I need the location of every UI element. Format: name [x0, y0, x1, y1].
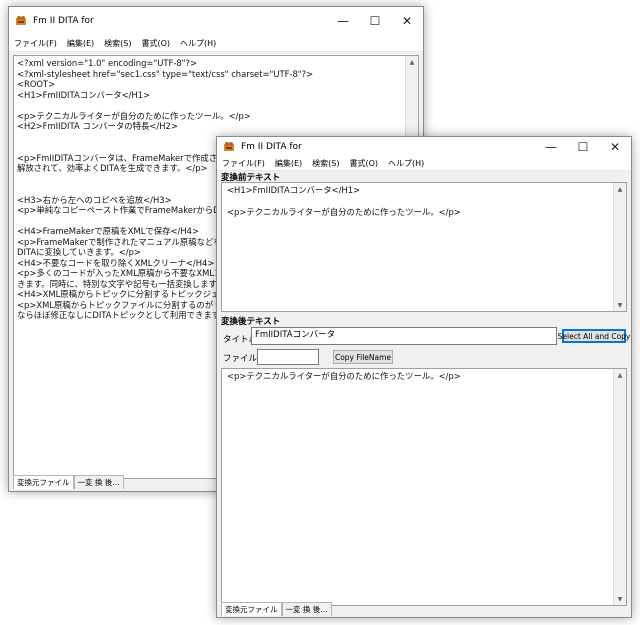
source-line[interactable]: <?xml-stylesheet href="sec1.css" type="t… [17, 69, 415, 80]
vertical-scrollbar[interactable]: ▲ ▼ [613, 183, 626, 311]
front-menubar: ファイル(F) 編集(E) 検索(S) 書式(O) ヘルプ(H) [217, 157, 631, 171]
tab-source-file[interactable]: 変換元ファイル [13, 475, 74, 489]
scroll-up-icon[interactable]: ▲ [614, 369, 626, 381]
before-text-area[interactable]: <H1>FmIIDITAコンバータ</H1> <p>テクニカルライターが自分のた… [221, 182, 627, 312]
vertical-scrollbar[interactable]: ▲ ▼ [613, 369, 626, 605]
select-all-copy-button[interactable]: Select All and Copy [558, 329, 630, 343]
source-line[interactable]: <p>テクニカルライターが自分のために作ったツール。</p> [17, 111, 415, 122]
window-title: Fm II DITA for [241, 142, 302, 152]
minimize-button[interactable]: — [327, 7, 359, 35]
scroll-down-icon[interactable]: ▼ [614, 299, 626, 311]
scroll-up-icon[interactable]: ▲ [406, 56, 418, 68]
source-line[interactable]: <?xml version="1.0" encoding="UTF-8"?> [17, 58, 415, 69]
back-tabstrip: 変換元ファイル 一変 換 後… [13, 475, 124, 489]
tab-converted[interactable]: 一変 換 後… [281, 602, 332, 616]
minimize-button[interactable]: — [535, 137, 567, 157]
menu-format[interactable]: 書式(O) [136, 38, 175, 49]
menu-edit[interactable]: 編集(E) [62, 38, 99, 49]
source-line[interactable]: <H2>FmIIDITA コンバータの特長</H2> [17, 121, 415, 132]
source-line[interactable]: <ROOT> [17, 79, 415, 90]
menu-edit[interactable]: 編集(E) [270, 158, 307, 169]
front-tabstrip: 変換元ファイル 一変 換 後… [221, 602, 332, 616]
window-title: Fm II DITA for [33, 16, 94, 26]
maximize-button[interactable]: ☐ [359, 7, 391, 35]
menu-help[interactable]: ヘルプ(H) [175, 38, 221, 49]
menu-file[interactable]: ファイル(F) [217, 158, 270, 169]
maximize-button[interactable]: ☐ [567, 137, 599, 157]
after-text-area[interactable]: <p>テクニカルライターが自分のために作ったツール。</p> ▲ ▼ [221, 368, 627, 606]
source-line[interactable] [17, 100, 415, 111]
front-window-titlebar[interactable]: Fm II DITA for — ☐ ✕ [217, 137, 631, 157]
menu-format[interactable]: 書式(O) [344, 158, 383, 169]
tab-source-file[interactable]: 変換元ファイル [221, 602, 282, 616]
app-icon [223, 141, 235, 153]
title-input[interactable]: FmIIDITAコンバータ [251, 327, 557, 345]
copy-filename-button[interactable]: Copy FileName [333, 350, 393, 364]
back-menubar: ファイル(F) 編集(E) 検索(S) 書式(O) ヘルプ(H) [9, 35, 423, 52]
after-text[interactable]: <p>テクニカルライターが自分のために作ったツール。</p> [222, 369, 626, 384]
before-text[interactable]: <H1>FmIIDITAコンバータ</H1> <p>テクニカルライターが自分のた… [222, 183, 626, 220]
menu-help[interactable]: ヘルプ(H) [383, 158, 429, 169]
source-line[interactable]: <H1>FmIIDITAコンバータ</H1> [17, 90, 415, 101]
close-button[interactable]: ✕ [599, 137, 631, 157]
filename-input[interactable] [257, 349, 319, 365]
front-window: Fm II DITA for — ☐ ✕ ファイル(F) 編集(E) 検索(S)… [216, 136, 632, 618]
app-icon [15, 15, 27, 27]
scroll-down-icon[interactable]: ▼ [614, 593, 626, 605]
after-text-label: 変換後テキスト [221, 317, 281, 327]
close-button[interactable]: ✕ [391, 7, 423, 35]
back-window-titlebar[interactable]: Fm II DITA for — ☐ ✕ [9, 7, 423, 35]
menu-search[interactable]: 検索(S) [99, 38, 136, 49]
menu-file[interactable]: ファイル(F) [9, 38, 62, 49]
scroll-up-icon[interactable]: ▲ [614, 183, 626, 195]
menu-search[interactable]: 検索(S) [307, 158, 344, 169]
tab-converted[interactable]: 一変 換 後… [73, 475, 124, 489]
